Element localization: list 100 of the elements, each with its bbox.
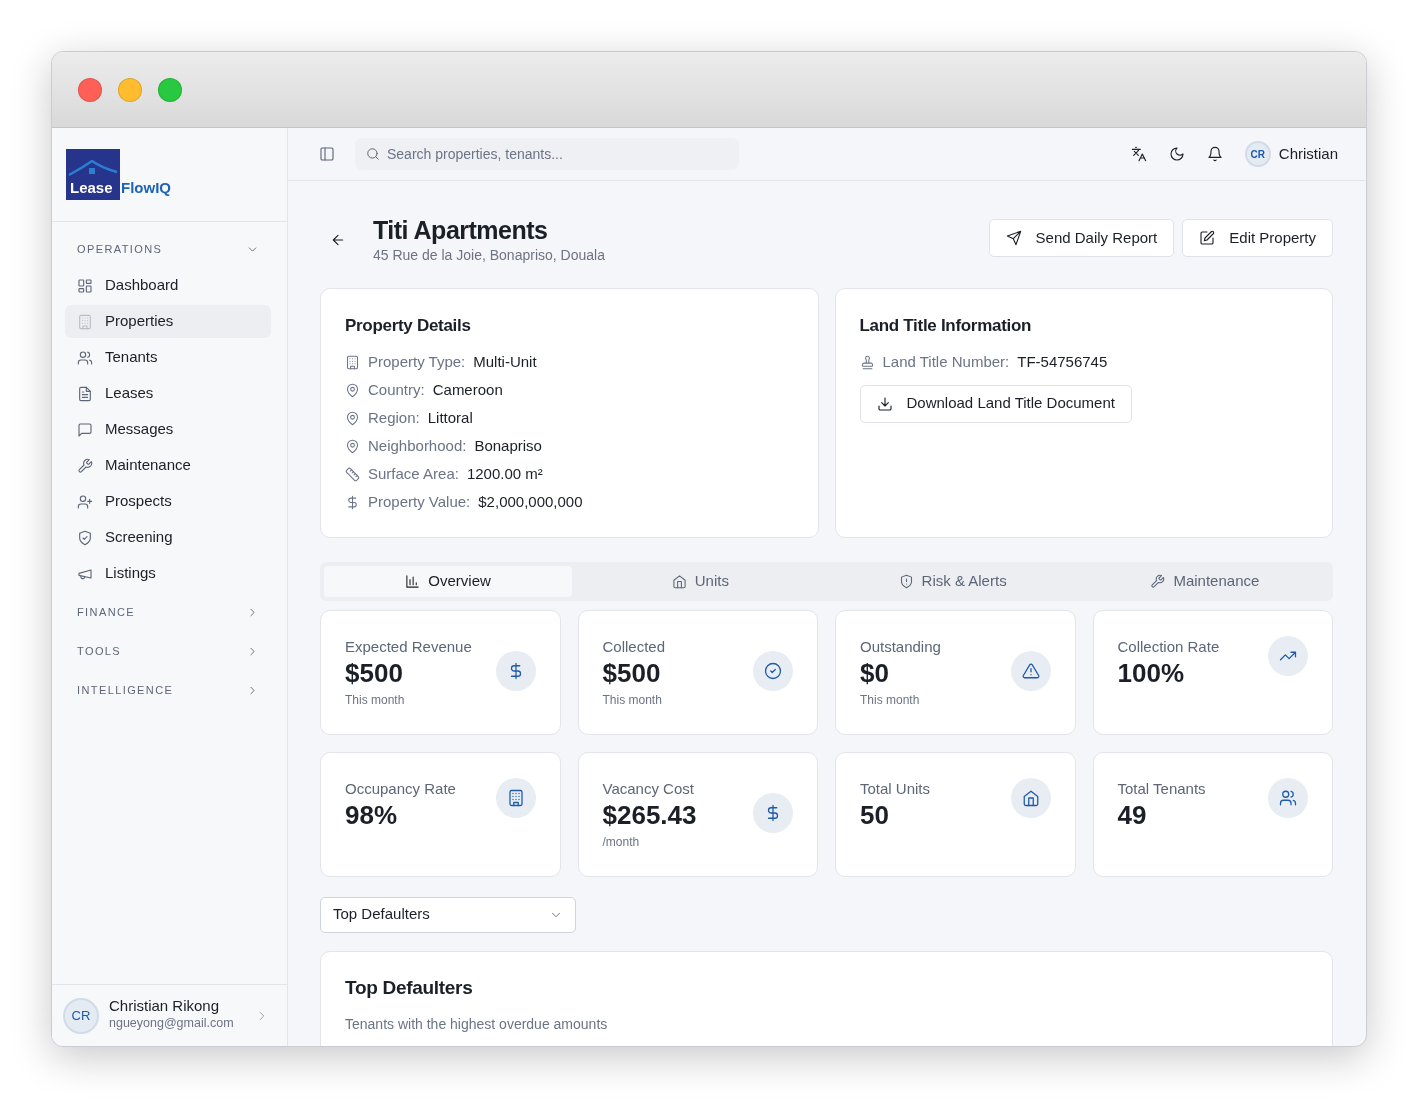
stat-value: 49 xyxy=(1117,800,1148,832)
detail-value: Multi-Unit xyxy=(473,352,537,373)
detail-value: 1200.00 m² xyxy=(466,464,543,485)
logo-text: FlowIQ xyxy=(121,180,171,195)
nav-label: Listings xyxy=(105,563,156,584)
stat-value: $500 xyxy=(602,658,662,690)
user-profile[interactable]: CR Christian Rikong ngueyong@gmail.com xyxy=(52,984,287,1046)
bar-chart-icon xyxy=(405,573,421,589)
sidebar-toggle-icon[interactable] xyxy=(319,146,335,162)
nav-item[interactable]: Listings xyxy=(65,557,271,590)
section-header[interactable]: OPERATIONS xyxy=(52,230,287,269)
ruler-icon xyxy=(345,467,360,482)
detail-label: Property Type: xyxy=(368,352,466,373)
nav-item[interactable]: Screening xyxy=(65,521,271,554)
stamp-icon xyxy=(859,355,875,370)
stat-note: This month xyxy=(860,692,921,710)
avatar: CR xyxy=(63,997,99,1034)
card-title: Top Defaulters xyxy=(345,975,474,1000)
translate-icon[interactable] xyxy=(1130,146,1147,162)
nav-item[interactable]: Prospects xyxy=(65,485,271,518)
user-name: Christian Rikong xyxy=(109,997,221,1015)
nav-label: Properties xyxy=(105,311,174,332)
detail-label: Property Value: xyxy=(368,492,471,513)
user-email: ngueyong@gmail.com xyxy=(109,1015,235,1033)
user-plus-icon xyxy=(77,493,93,510)
nav-label: Maintenance xyxy=(105,455,191,476)
tab[interactable]: Maintenance xyxy=(1080,565,1329,597)
grid-icon xyxy=(77,277,93,294)
nav-label: Messages xyxy=(105,419,174,440)
stat-label: Vacancy Cost xyxy=(602,778,695,799)
nav-item[interactable]: Tenants xyxy=(65,341,271,374)
wrench-icon xyxy=(77,457,93,474)
user-name: Christian xyxy=(1278,143,1338,164)
close-button[interactable] xyxy=(78,77,102,102)
tab[interactable]: Risk & Alerts xyxy=(828,565,1077,597)
edit-icon xyxy=(1199,230,1216,246)
nav-item[interactable]: Maintenance xyxy=(65,449,271,482)
user-menu[interactable]: CR Christian xyxy=(1244,141,1338,167)
dollar-icon xyxy=(345,495,360,510)
chat-bubble-icon xyxy=(77,421,93,438)
nav-item[interactable]: Dashboard xyxy=(65,269,271,302)
detail-value: Littoral xyxy=(427,408,473,429)
nav-item[interactable]: Leases xyxy=(65,377,271,410)
stat-label: Occupancy Rate xyxy=(345,778,456,799)
bell-icon[interactable] xyxy=(1206,146,1223,162)
send-report-button[interactable]: Send Daily Report xyxy=(988,219,1175,257)
stat-value: 100% xyxy=(1117,658,1185,690)
detail-value: TF-54756745 xyxy=(1017,352,1108,373)
shield-alert-icon xyxy=(898,573,914,589)
section-label: TOOLS xyxy=(77,644,122,660)
card-title: Land Title Information xyxy=(859,315,1033,337)
property-address: 45 Rue de la Joie, Bonapriso, Douala xyxy=(373,246,606,265)
section-label: OPERATIONS xyxy=(77,242,163,258)
stat-value: 50 xyxy=(860,800,890,832)
detail-label: Neighborhood: xyxy=(368,436,467,457)
detail-label: Country: xyxy=(368,380,425,401)
card-subtitle: Tenants with the highest overdue amounts xyxy=(345,1015,609,1034)
detail-label: Region: xyxy=(368,408,420,429)
nav-item[interactable]: Messages xyxy=(65,413,271,446)
download-button[interactable]: Download Land Title Document xyxy=(859,384,1132,423)
tab[interactable]: Units xyxy=(576,565,825,597)
section-label: INTELLIGENCE xyxy=(77,683,174,699)
map-pin-icon xyxy=(345,383,360,398)
back-arrow-icon[interactable] xyxy=(330,232,346,248)
document-icon xyxy=(77,385,93,402)
map-pin-icon xyxy=(345,439,360,454)
stat-value: 98% xyxy=(345,800,399,832)
nav-label: Leases xyxy=(105,383,154,404)
tab[interactable]: Overview xyxy=(324,565,573,597)
nav-label: Prospects xyxy=(105,491,172,512)
stat-label: Total Units xyxy=(860,778,931,799)
moon-icon[interactable] xyxy=(1168,146,1185,162)
house-icon xyxy=(1021,788,1040,807)
stat-label: Collected xyxy=(602,636,666,657)
building-icon xyxy=(77,313,93,330)
page-title: Titi Apartments xyxy=(373,215,549,245)
nav-label: Dashboard xyxy=(105,275,179,296)
stat-note: This month xyxy=(345,692,406,710)
section-header[interactable]: TOOLS xyxy=(52,632,287,671)
search-field[interactable]: Search properties, tenants... xyxy=(355,138,739,170)
stat-label: Total Tenants xyxy=(1117,778,1206,799)
download-icon xyxy=(876,395,893,412)
stat-value: $265.43 xyxy=(602,800,697,832)
shield-check-icon xyxy=(77,529,93,546)
detail-value: $2,000,000,000 xyxy=(478,492,583,513)
stat-label: Collection Rate xyxy=(1117,636,1220,657)
nav-item[interactable]: Properties xyxy=(65,305,271,338)
map-pin-icon xyxy=(345,411,360,426)
building-icon xyxy=(506,788,525,807)
nav-label: Tenants xyxy=(105,347,158,368)
users-icon xyxy=(77,349,93,366)
users-icon xyxy=(1279,788,1297,807)
warning-icon xyxy=(1021,661,1040,680)
report-select[interactable]: Top Defaulters xyxy=(320,896,576,933)
house-icon xyxy=(671,573,687,589)
detail-value: Cameroon xyxy=(432,380,503,401)
edit-property-button[interactable]: Edit Property xyxy=(1182,219,1333,257)
section-header[interactable]: FINANCE xyxy=(52,593,287,632)
section-label: FINANCE xyxy=(77,605,136,621)
section-header[interactable]: INTELLIGENCE xyxy=(52,671,287,710)
